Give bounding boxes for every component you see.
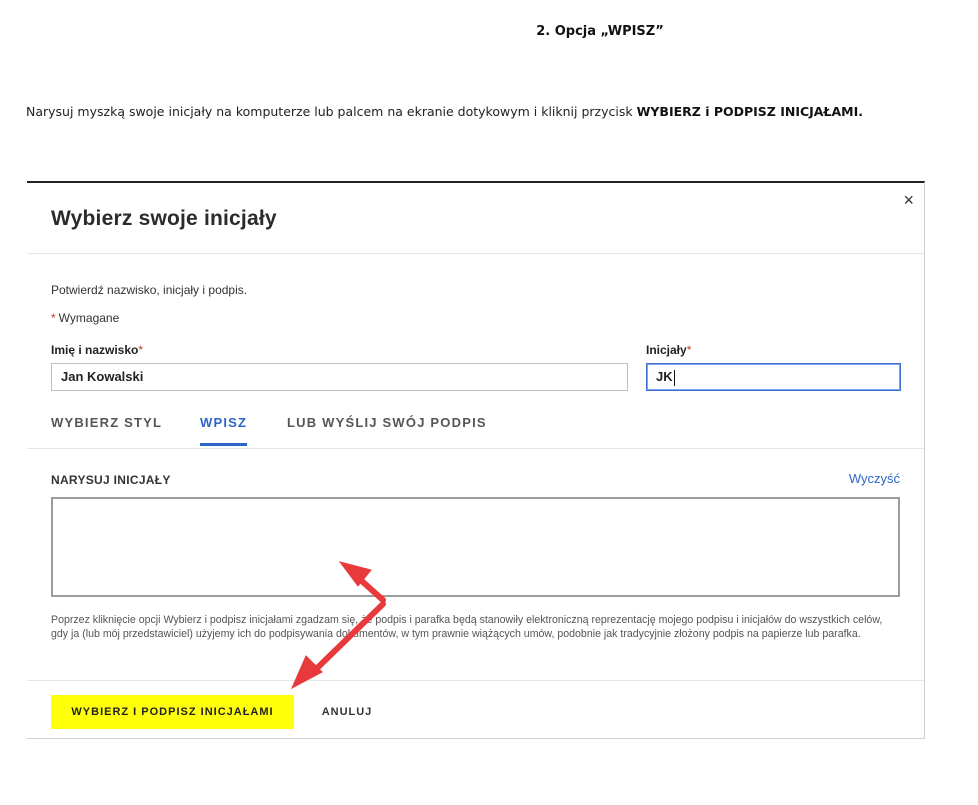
clear-link[interactable]: Wyczyść (849, 471, 900, 486)
dialog-title: Wybierz swoje inicjały (51, 207, 277, 230)
intro-text: Narysuj myszką swoje inicjały na kompute… (26, 104, 637, 119)
document-heading: 2. Opcja „WPISZ” (536, 24, 664, 39)
required-note: * Wymagane (51, 311, 119, 325)
divider (27, 253, 924, 254)
initials-dialog: × Wybierz swoje inicjały Potwierdź nazwi… (27, 181, 925, 739)
confirm-text: Potwierdź nazwisko, inicjały i podpis. (51, 283, 248, 297)
initials-input[interactable]: JK (646, 363, 901, 391)
tab-choose-style[interactable]: WYBIERZ STYL (51, 415, 162, 430)
required-star: * (51, 311, 56, 325)
tab-type[interactable]: WPISZ (200, 415, 247, 430)
drawing-canvas[interactable] (51, 497, 900, 597)
draw-section-title: NARYSUJ INICJAŁY (51, 473, 171, 487)
required-label: Wymagane (58, 311, 120, 325)
intro-bold-text: WYBIERZ i PODPISZ INICJAŁAMI. (636, 104, 864, 119)
active-tab-indicator (200, 443, 247, 446)
name-input[interactable]: Jan Kowalski (51, 363, 628, 391)
tab-upload-signature[interactable]: LUB WYŚLIJ SWÓJ PODPIS (287, 415, 487, 430)
text-caret (673, 369, 675, 386)
cancel-button[interactable]: ANULUJ (312, 695, 382, 729)
name-field-label: Imię i nazwisko* (51, 343, 144, 357)
document-intro: Narysuj myszką swoje inicjały na kompute… (26, 104, 863, 119)
divider (27, 448, 924, 449)
legal-disclaimer: Poprzez kliknięcie opcji Wybierz i podpi… (51, 614, 883, 640)
sign-with-initials-button[interactable]: WYBIERZ I PODPISZ INICJAŁAMI (51, 695, 294, 729)
close-icon[interactable]: × (903, 191, 914, 209)
initials-field-label: Inicjały* (646, 343, 692, 357)
divider (27, 680, 924, 681)
